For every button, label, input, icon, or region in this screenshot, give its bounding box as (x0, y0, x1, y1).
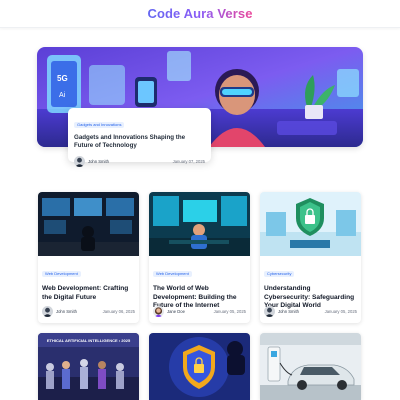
post-card[interactable] (149, 333, 250, 400)
post-meta: John Smith January 07, 2025 (74, 156, 205, 167)
featured-post-card[interactable]: Gadgets and Innovations Gadgets and Inno… (68, 108, 211, 167)
svg-text:Ai: Ai (59, 92, 66, 99)
post-card[interactable] (260, 333, 361, 400)
hacker-shield-illustration (149, 333, 250, 400)
post-title[interactable]: Web Development: Crafting the Digital Fu… (42, 285, 135, 302)
post-author: Jane Doe (153, 306, 185, 317)
site-logo[interactable]: Code Aura Verse (147, 6, 252, 21)
post-meta: John Smith January 05, 2025 (264, 306, 357, 317)
post-card[interactable]: ETHICAL ARTIFICIAL INTELLIGENCE • 2025 (38, 333, 139, 400)
post-date: January 05, 2025 (324, 309, 357, 314)
category-badge[interactable]: Web Development (42, 271, 81, 277)
site-header: Code Aura Verse (0, 0, 400, 28)
post-card[interactable]: Web Development The World of Web Develop… (149, 192, 250, 323)
post-card[interactable]: Web Development Web Development: Craftin… (38, 192, 139, 323)
avatar (264, 306, 275, 317)
featured-post-title[interactable]: Gadgets and Innovations Shaping the Futu… (74, 134, 205, 150)
post-author: John Smith (74, 156, 109, 167)
svg-text:5G: 5G (57, 74, 68, 83)
developer-workstation-illustration (149, 192, 250, 256)
security-shield-illustration (260, 192, 361, 256)
avatar (153, 306, 164, 317)
category-badge[interactable]: Web Development (153, 271, 192, 277)
post-meta: John Smith January 06, 2025 (42, 306, 135, 317)
developers-control-room-illustration (38, 192, 139, 256)
post-card[interactable]: Cybersecurity Understanding Cybersecurit… (260, 192, 361, 323)
post-date: January 06, 2025 (102, 309, 135, 314)
category-badge[interactable]: Cybersecurity (264, 271, 295, 277)
post-meta: Jane Doe January 05, 2025 (153, 306, 246, 317)
post-author: John Smith (264, 306, 299, 317)
image-caption: ETHICAL ARTIFICIAL INTELLIGENCE • 2025 (47, 338, 131, 343)
electric-car-charging-illustration (260, 333, 361, 400)
author-name: John Smith (278, 309, 299, 314)
ai-ethics-crowd-illustration: ETHICAL ARTIFICIAL INTELLIGENCE • 2025 (38, 333, 139, 400)
post-date: January 07, 2025 (172, 159, 205, 164)
post-date: January 05, 2025 (213, 309, 246, 314)
author-name: Jane Doe (167, 309, 185, 314)
category-badge[interactable]: Gadgets and Innovations (74, 122, 125, 128)
post-author: John Smith (42, 306, 77, 317)
avatar (42, 306, 53, 317)
author-name: John Smith (56, 309, 77, 314)
author-name: John Smith (88, 159, 109, 164)
avatar (74, 156, 85, 167)
